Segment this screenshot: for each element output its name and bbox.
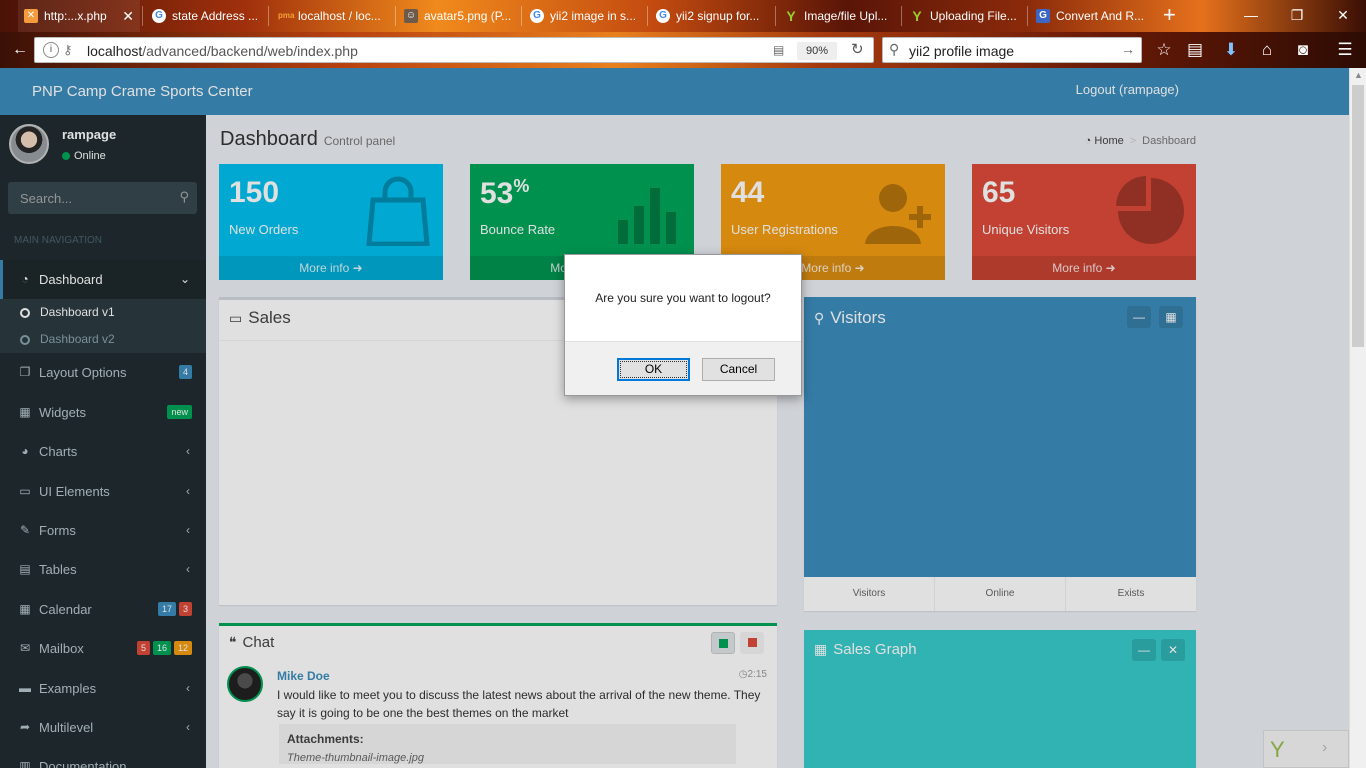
url-text[interactable]: localhost/advanced/backend/web/index.php (87, 43, 358, 59)
browser-tab[interactable]: G yii2 signup for... (650, 0, 772, 32)
zoom-level[interactable]: 90% (797, 42, 837, 60)
browser-tab[interactable]: ✕ http:...x.php ✕ (18, 0, 140, 32)
scroll-thumb[interactable] (1352, 85, 1364, 347)
scroll-up-icon[interactable]: ▲ (1354, 70, 1363, 80)
google-icon: G (530, 9, 544, 23)
close-window-button[interactable]: ✕ (1320, 0, 1366, 30)
confirm-dialog: Are you sure you want to logout? OK Canc… (564, 254, 802, 396)
yii-icon: Y (912, 8, 922, 24)
cancel-button[interactable]: Cancel (702, 358, 775, 381)
browser-tab[interactable]: ☺ avatar5.png (P... (398, 0, 518, 32)
download-icon[interactable]: ⬇ (1218, 37, 1244, 63)
google-icon: G (152, 9, 166, 23)
tab-title: http:...x.php (44, 9, 107, 23)
search-text[interactable]: yii2 profile image (909, 43, 1014, 59)
bookmark-star-icon[interactable]: ☆ (1151, 37, 1177, 63)
reader-view-icon[interactable]: ▤ (773, 43, 784, 57)
tab-title: localhost / loc... (298, 9, 381, 23)
reload-icon[interactable]: ↻ (851, 40, 864, 58)
menu-icon[interactable]: ☰ (1332, 37, 1358, 63)
close-tab-icon[interactable]: ✕ (122, 0, 134, 32)
tab-title: Image/file Upl... (804, 9, 888, 23)
tab-title: Uploading File... (930, 9, 1017, 23)
tab-title: Convert And R... (1056, 9, 1145, 23)
ok-button[interactable]: OK (617, 358, 690, 381)
browser-tab[interactable]: G state Address ... (146, 0, 264, 32)
image-icon: ☺ (404, 9, 418, 23)
tab-title: yii2 image in s... (550, 9, 637, 23)
restore-button[interactable]: ❐ (1274, 0, 1320, 30)
tab-title: avatar5.png (P... (424, 9, 512, 23)
search-go-icon[interactable]: → (1121, 41, 1135, 57)
dialog-footer: OK Cancel (565, 341, 801, 395)
browser-tab[interactable]: G yii2 image in s... (524, 0, 642, 32)
modal-overlay (0, 68, 1349, 768)
browser-tab[interactable]: Y Uploading File... (904, 0, 1024, 32)
tab-title: state Address ... (172, 9, 259, 23)
url-bar[interactable]: i ⚷ localhost/advanced/backend/web/index… (34, 37, 874, 63)
search-bar[interactable]: ⚲ yii2 profile image → (882, 37, 1142, 63)
minimize-button[interactable]: — (1228, 0, 1274, 30)
info-icon[interactable]: i (43, 42, 59, 58)
new-tab-button[interactable]: + (1163, 0, 1176, 30)
google-icon: G (656, 9, 670, 23)
search-icon: ⚲ (889, 41, 900, 57)
yii-icon: Y (786, 8, 796, 24)
browser-tab-strip: ✕ http:...x.php ✕ G state Address ... pm… (0, 0, 1366, 32)
page-scrollbar[interactable]: ▲ (1349, 68, 1366, 768)
tab-title: yii2 signup for... (676, 9, 760, 23)
browser-tab[interactable]: G Convert And R... (1030, 0, 1150, 32)
google-icon: G (1036, 9, 1050, 23)
home-icon[interactable]: ⌂ (1254, 37, 1280, 63)
phpmyadmin-icon: pma (278, 11, 295, 20)
browser-navbar: ← i ⚷ localhost/advanced/backend/web/ind… (0, 32, 1366, 68)
xampp-icon: ✕ (24, 9, 38, 23)
key-icon: ⚷ (63, 42, 73, 57)
browser-tab[interactable]: Y Image/file Upl... (778, 0, 898, 32)
bookmarks-list-icon[interactable]: ▤ (1182, 37, 1208, 63)
dialog-message: Are you sure you want to logout? (595, 291, 771, 305)
browser-tab[interactable]: pma localhost / loc... (272, 0, 390, 32)
back-icon[interactable]: ← (9, 39, 31, 61)
pocket-icon[interactable]: ◙ (1290, 37, 1316, 63)
